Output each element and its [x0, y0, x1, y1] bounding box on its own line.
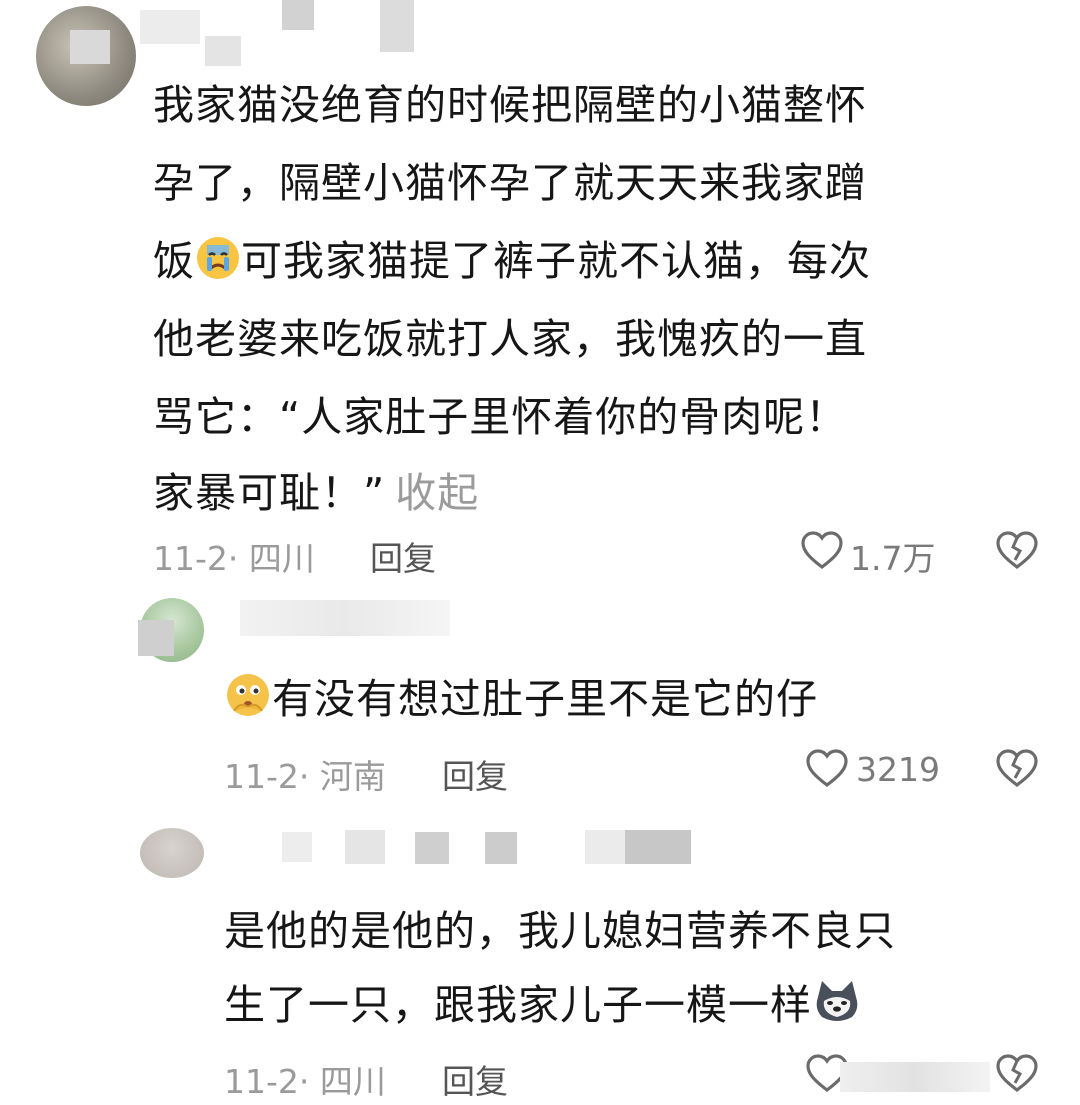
- avatar-mosaic: [138, 620, 174, 656]
- reply-button[interactable]: 回复: [370, 532, 436, 580]
- comment-text: 有没有想过肚子里不是它的仔: [272, 675, 818, 723]
- username-mosaic: [205, 36, 241, 66]
- comment-text-line: 我家猫没绝育的时候把隔壁的小猫整怀: [153, 81, 867, 129]
- username-mosaic: [345, 830, 385, 864]
- comment-text-end: 家暴可耻！”: [153, 469, 386, 517]
- like-count: 3219: [856, 750, 940, 789]
- comment-text-line: 有没有想过肚子里不是它的仔: [224, 668, 818, 736]
- reply-button[interactable]: 回复: [442, 1055, 508, 1103]
- comment-text-line: 生了一只，跟我家儿子一模一样: [224, 974, 862, 1042]
- username-mosaic: [140, 10, 200, 44]
- comment-date-location: 11-2· 四川: [153, 539, 315, 578]
- username-mosaic: [282, 0, 314, 30]
- comment-text-line: 饭 可我家猫提了裤子就不认猫，每次: [153, 230, 871, 298]
- username-mosaic: [485, 832, 517, 864]
- comment-text-prefix: 饭: [153, 237, 195, 285]
- comment-text-line: 孕了，隔壁小猫怀孕了就天天来我家蹭: [153, 159, 867, 207]
- like-count: 1.7万: [850, 539, 936, 578]
- username-mosaic: [240, 600, 450, 636]
- like-heart-icon[interactable]: [800, 530, 844, 574]
- like-heart-icon[interactable]: [805, 748, 849, 792]
- username-mosaic: [415, 832, 449, 864]
- username-mosaic: [585, 830, 625, 864]
- comment-date-location: 11-2· 四川: [224, 1062, 386, 1101]
- comment-text-line: 骂它：“人家肚子里怀着你的骨肉呢！: [153, 393, 848, 441]
- dislike-broken-heart-icon[interactable]: [995, 530, 1039, 574]
- username-mosaic: [70, 30, 110, 64]
- comment-date-location: 11-2· 河南: [224, 757, 386, 796]
- watermark-mosaic: [840, 1062, 990, 1092]
- dislike-broken-heart-icon[interactable]: [995, 748, 1039, 792]
- collapse-button[interactable]: 收起: [395, 469, 479, 517]
- comment-text-line: 是他的是他的，我儿媳妇营养不良只: [224, 907, 896, 955]
- username-mosaic: [282, 832, 312, 862]
- avatar[interactable]: [140, 828, 204, 878]
- comment-text: 生了一只，跟我家儿子一模一样: [224, 981, 812, 1029]
- comment-text-line: 家暴可耻！” 收起: [153, 462, 479, 524]
- username-mosaic: [625, 830, 691, 864]
- comment-text-line: 他老婆来吃饭就打人家，我愧疚的一直: [153, 315, 867, 363]
- reply-button[interactable]: 回复: [442, 750, 508, 798]
- dislike-broken-heart-icon[interactable]: [995, 1053, 1039, 1097]
- husky-dog-emoji: [812, 979, 862, 1042]
- username-mosaic: [380, 0, 414, 52]
- comment-text-rest: 可我家猫提了裤子就不认猫，每次: [241, 237, 871, 285]
- thinking-face-emoji: [224, 671, 272, 736]
- crying-face-emoji: [195, 235, 241, 298]
